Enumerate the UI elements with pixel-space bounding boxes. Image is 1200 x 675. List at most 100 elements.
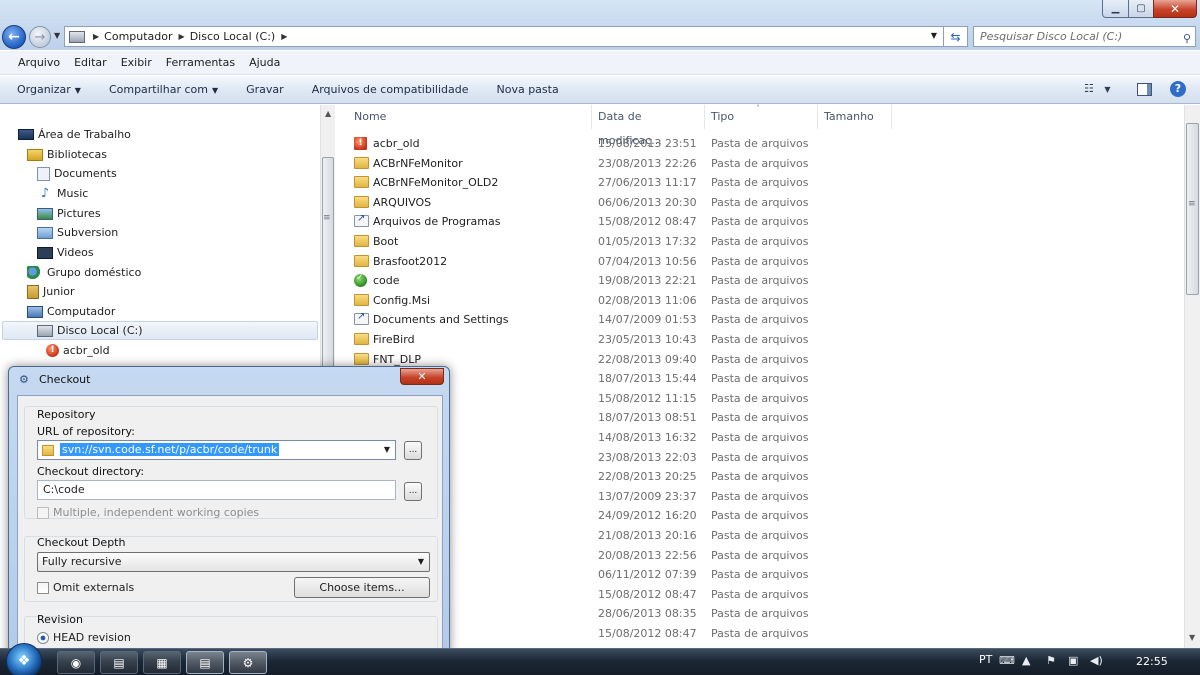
file-row[interactable]: code 19/08/2013 22:21 Pasta de arquivos xyxy=(352,271,822,290)
file-row[interactable]: Config.Msi 02/08/2013 11:06 Pasta de arqui… xyxy=(352,291,822,310)
keyboard-icon[interactable]: ⌨ xyxy=(999,654,1015,667)
tree-item-local-disk[interactable]: Disco Local (C:) xyxy=(2,321,318,340)
sort-ascending-icon: ˄ xyxy=(756,104,760,113)
grip-icon: ≡ xyxy=(323,213,331,223)
minimize-button[interactable]: ▁ xyxy=(1102,0,1129,18)
breadcrumb-separator-icon[interactable]: ▶ xyxy=(281,32,287,41)
taskbar-chrome-button[interactable]: ◉ xyxy=(57,651,95,674)
file-date: 19/08/2013 22:21 xyxy=(598,274,697,288)
file-name: FNT_DLP xyxy=(373,352,422,366)
menu-ferramentas[interactable]: Ferramentas xyxy=(166,56,235,69)
tree-item-junior[interactable]: Junior xyxy=(27,282,75,301)
network-icon[interactable]: ▣ xyxy=(1068,654,1078,667)
checkout-depth-select[interactable]: Fully recursive ▼ xyxy=(37,552,430,572)
taskbar-tortoisesvn-button[interactable]: ⚙ xyxy=(229,651,267,674)
tree-item-libraries[interactable]: Bibliotecas xyxy=(27,145,107,164)
file-row[interactable]: ACBrNFeMonitor_OLD2 27/06/2013 11:17 Pasta… xyxy=(352,173,822,192)
file-row[interactable]: ARQUIVOS 06/06/2013 20:30 Pasta de arquivo… xyxy=(352,193,822,212)
file-list-scrollbar[interactable]: ≡ ▼ xyxy=(1184,105,1200,648)
chevron-down-icon[interactable]: ▼ xyxy=(384,441,390,459)
compatibility-files-button[interactable]: Arquivos de compatibilidade xyxy=(312,83,469,96)
window-titlebar: ▁ ▢ ✕ ← → ▼ ▶ Computador ▶ Disco Local (… xyxy=(0,0,1200,50)
breadcrumb-disco-local[interactable]: Disco Local (C:) xyxy=(190,30,276,43)
recent-pages-dropdown[interactable]: ▼ xyxy=(54,31,60,40)
file-name: Brasfoot2012 xyxy=(373,254,448,268)
help-button[interactable]: ? xyxy=(1170,81,1186,97)
file-name: ACBrNFeMonitor_OLD2 xyxy=(373,176,499,190)
file-type: Pasta de arquivos xyxy=(711,411,809,425)
breadcrumb-computador[interactable]: Computador xyxy=(104,30,172,43)
file-row[interactable]: FireBird 23/05/2013 10:43 Pasta de arquivo… xyxy=(352,330,822,349)
head-revision-radio[interactable]: HEAD revision xyxy=(37,631,131,644)
choose-items-button[interactable]: Choose items... xyxy=(294,577,430,598)
arrow-left-icon: ← xyxy=(8,29,20,45)
scrollbar-thumb[interactable] xyxy=(322,157,334,387)
scroll-up-icon[interactable]: ▲ xyxy=(325,109,331,118)
file-date: 22/08/2013 20:25 xyxy=(598,470,697,484)
volume-icon[interactable]: ◀) xyxy=(1090,654,1103,667)
tree-item-desktop[interactable]: Área de Trabalho xyxy=(18,125,131,144)
multiple-working-copies-checkbox[interactable]: Multiple, independent working copies xyxy=(37,506,259,519)
new-folder-button[interactable]: Nova pasta xyxy=(496,83,558,96)
file-row[interactable]: Arquivos de Programas 15/08/2012 08:47 Pas… xyxy=(352,212,822,231)
scroll-down-icon[interactable]: ▼ xyxy=(1189,633,1195,642)
column-header-type[interactable]: Tipo xyxy=(705,105,818,129)
tree-item-music[interactable]: ♪ Music xyxy=(37,184,88,203)
maximize-button[interactable]: ▢ xyxy=(1128,0,1154,18)
menu-arquivo[interactable]: Arquivo xyxy=(18,56,60,69)
taskbar-explorer-button[interactable]: ▤ xyxy=(100,651,138,674)
menu-editar[interactable]: Editar xyxy=(74,56,107,69)
checkout-directory-input[interactable]: C:\code xyxy=(37,480,396,500)
burn-button[interactable]: Gravar xyxy=(246,83,284,96)
tree-item-acbr-old[interactable]: ! acbr_old xyxy=(46,341,110,360)
file-row[interactable]: ! acbr_old 15/08/2013 23:51 Pasta de arquiv… xyxy=(352,134,822,153)
clock[interactable]: 22:55 xyxy=(1136,655,1168,668)
tray-chevron-icon[interactable]: ▲ xyxy=(1022,654,1030,667)
organize-button[interactable]: Organizar ▼ xyxy=(17,83,81,96)
menu-exibir[interactable]: Exibir xyxy=(121,56,152,69)
column-header-name[interactable]: Nome xyxy=(348,105,592,129)
column-header-date[interactable]: Data de modificaç... xyxy=(592,105,705,147)
tree-item-homegroup[interactable]: Grupo doméstico xyxy=(27,263,141,282)
column-header-size[interactable]: Tamanho xyxy=(818,105,892,129)
refresh-button[interactable]: ⇆ xyxy=(944,26,968,47)
share-button[interactable]: Compartilhar com ▼ xyxy=(109,83,218,96)
file-row[interactable]: Brasfoot2012 07/04/2013 10:56 Pasta de arq… xyxy=(352,252,822,271)
breadcrumb-separator-icon[interactable]: ▶ xyxy=(93,32,99,41)
folder-icon xyxy=(42,444,54,456)
language-indicator[interactable]: PT xyxy=(979,653,992,666)
file-row[interactable]: Boot 01/05/2013 17:32 Pasta de arquivos xyxy=(352,232,822,251)
url-combobox[interactable]: svn://svn.code.sf.net/p/acbr/code/trunk … xyxy=(37,440,396,460)
taskbar-notepad-button[interactable]: ▦ xyxy=(143,651,181,674)
omit-externals-checkbox[interactable]: Omit externals xyxy=(37,581,134,594)
tree-item-subversion[interactable]: Subversion xyxy=(37,223,118,242)
action-center-flag-icon[interactable]: ⚑ xyxy=(1046,654,1056,667)
preview-pane-button[interactable] xyxy=(1137,83,1152,96)
file-type: Pasta de arquivos xyxy=(711,195,809,209)
address-dropdown-icon[interactable]: ▼ xyxy=(931,31,937,40)
file-row[interactable]: ACBrNFeMonitor 23/08/2013 22:26 Pasta de a… xyxy=(352,154,822,173)
file-row[interactable]: Documents and Settings 14/07/2009 01:53 Pa… xyxy=(352,310,822,329)
forward-button[interactable]: → xyxy=(29,26,51,48)
tree-item-documents[interactable]: Documents xyxy=(37,164,117,183)
tree-item-videos[interactable]: Videos xyxy=(37,243,94,262)
close-button[interactable]: ✕ xyxy=(1153,0,1197,18)
directory-browse-button[interactable]: ... xyxy=(404,482,422,501)
taskbar-explorer-active-button[interactable]: ▤ xyxy=(186,651,224,674)
url-browse-button[interactable]: ... xyxy=(404,441,422,460)
back-button[interactable]: ← xyxy=(2,25,26,49)
file-type: Pasta de arquivos xyxy=(711,450,809,464)
view-options-button[interactable]: ☷ ▼ xyxy=(1084,82,1111,95)
search-input[interactable]: Pesquisar Disco Local (C:) ⚲ xyxy=(973,26,1196,47)
checkout-dialog: ⚙ Checkout ✕ Repository URL of repositor… xyxy=(8,366,450,675)
breadcrumb-separator-icon[interactable]: ▶ xyxy=(179,32,185,41)
scrollbar-thumb[interactable] xyxy=(1186,123,1199,295)
tree-item-computer[interactable]: Computador xyxy=(27,302,115,321)
menu-ajuda[interactable]: Ajuda xyxy=(249,56,280,69)
junction-icon xyxy=(354,311,369,326)
start-button[interactable]: ❖ xyxy=(6,643,42,675)
tree-item-pictures[interactable]: Pictures xyxy=(37,204,101,223)
dialog-close-button[interactable]: ✕ xyxy=(400,368,444,385)
search-icon[interactable]: ⚲ xyxy=(1183,29,1191,48)
address-bar[interactable]: ▶ Computador ▶ Disco Local (C:) ▶ ▼ xyxy=(64,26,944,47)
